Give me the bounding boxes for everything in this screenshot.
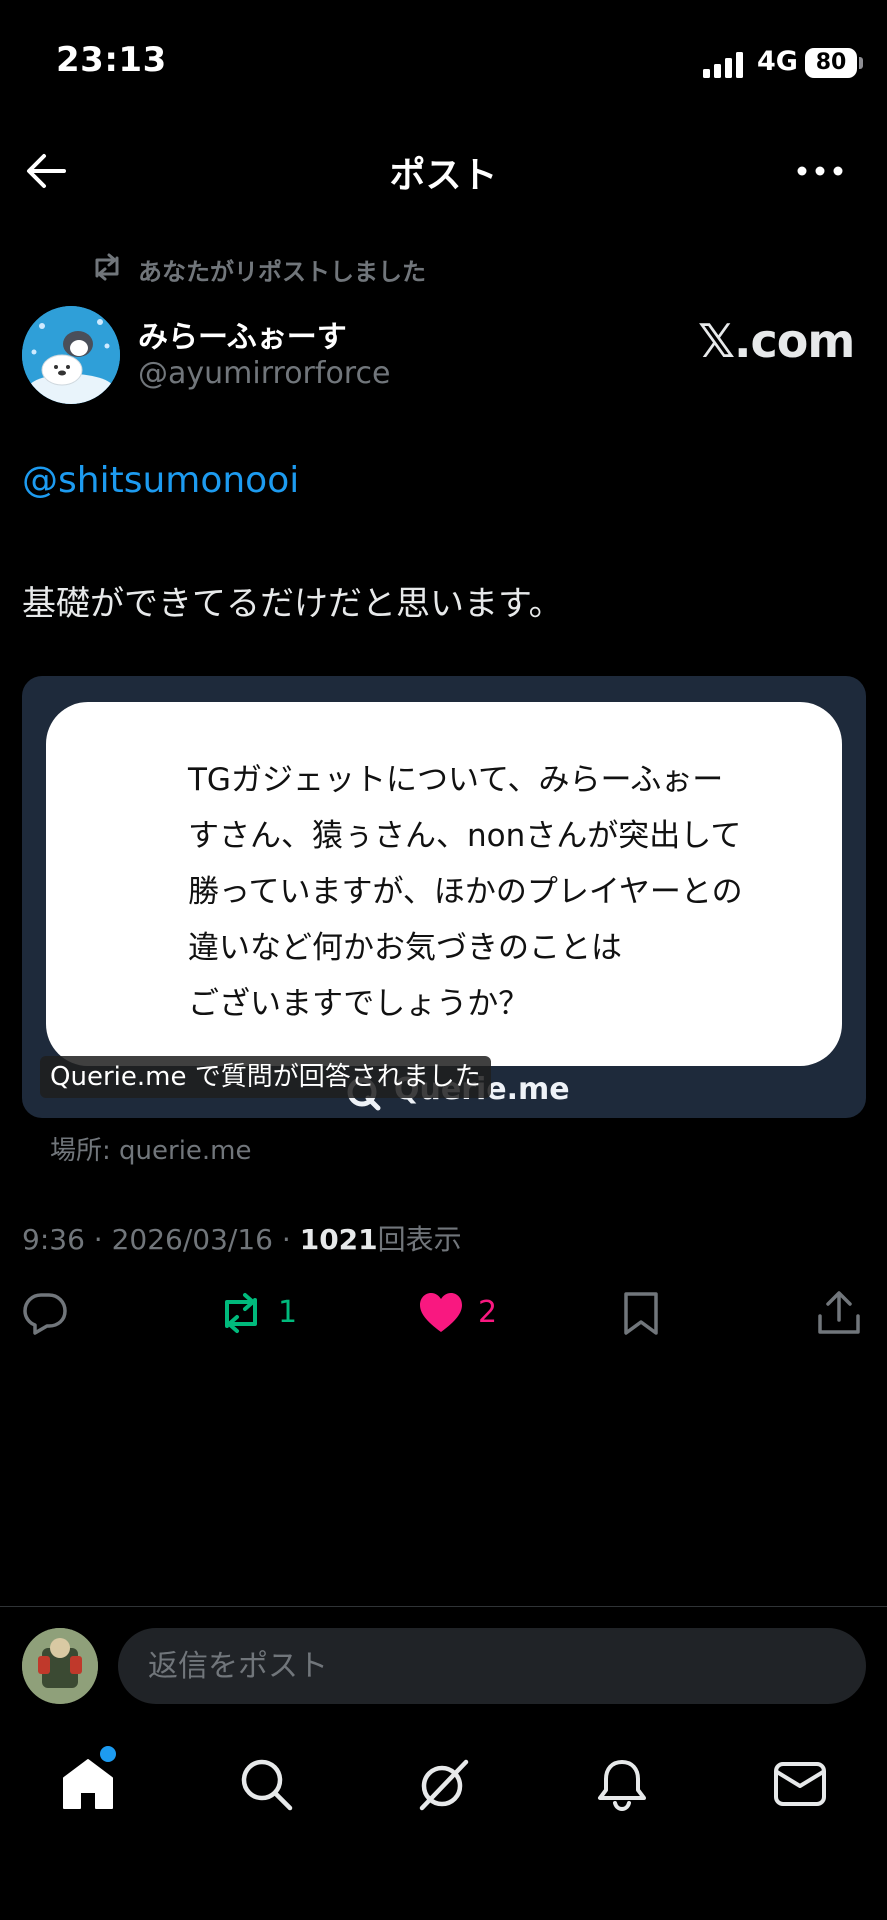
status-time: 23:13: [56, 40, 167, 80]
post-meta: 9:36 · 2026/03/16 · 1021回表示: [22, 1218, 462, 1258]
question-line: すさん、猿ぅさん、nonさんが突出して: [188, 818, 742, 854]
battery-level: 80: [815, 50, 847, 75]
author-display-name[interactable]: みらーふぉーす: [138, 312, 347, 356]
card-domain[interactable]: 場所: querie.me: [50, 1130, 252, 1167]
question-line: ございますでしょうか？: [188, 986, 530, 1022]
reply-input[interactable]: [118, 1628, 866, 1704]
bookmark-icon[interactable]: [618, 1290, 664, 1336]
view-count-label: 回表示: [377, 1223, 462, 1256]
meta-separator: ·: [281, 1223, 291, 1256]
post-time: 9:36: [22, 1223, 85, 1256]
notifications-bell-icon[interactable]: [594, 1756, 650, 1812]
my-avatar-image: [22, 1628, 98, 1704]
page-title: ポスト: [389, 155, 498, 196]
home-icon[interactable]: [60, 1756, 116, 1812]
card-caption: Querie.me で質問が回答されました: [40, 1056, 491, 1098]
mention-link[interactable]: @shitsumonooi: [22, 460, 299, 501]
my-avatar[interactable]: [22, 1628, 98, 1704]
more-options-icon[interactable]: [796, 160, 844, 182]
question-text: TGガジェットについて、みらーふぉー すさん、猿ぅさん、nonさんが突出して 勝…: [188, 752, 748, 1032]
repost-context-text: あなたがリポストしました: [138, 258, 426, 286]
question-line: TGガジェットについて、みらーふぉー: [188, 762, 724, 798]
question-line: 違いなど何かお気づきのことは: [188, 930, 622, 966]
author-avatar[interactable]: [22, 306, 120, 404]
like-count: 2: [478, 1295, 498, 1330]
repost-icon: [95, 253, 119, 281]
repost-count: 1: [278, 1295, 298, 1330]
reply-icon[interactable]: [22, 1290, 68, 1336]
question-line: 勝っていますが、ほかのプレイヤーとの: [188, 874, 743, 910]
share-icon[interactable]: [816, 1290, 862, 1336]
meta-separator: ·: [93, 1223, 103, 1256]
network-type: 4G: [757, 46, 798, 77]
like-heart-icon[interactable]: [418, 1290, 464, 1336]
battery-icon: 80: [805, 48, 857, 78]
author-handle[interactable]: @ayumirrorforce: [138, 356, 390, 391]
post-date: 2026/03/16: [111, 1223, 273, 1256]
source-badge: 𝕏.com: [698, 314, 855, 368]
cellular-signal-icon: [703, 52, 743, 78]
view-count[interactable]: 1021: [300, 1223, 378, 1256]
home-notification-dot: [100, 1746, 116, 1762]
link-card[interactable]: TGガジェットについて、みらーふぉー すさん、猿ぅさん、nonさんが突出して 勝…: [22, 676, 866, 1118]
grok-icon[interactable]: [416, 1756, 472, 1812]
search-icon[interactable]: [238, 1756, 294, 1812]
post-text: 基礎ができてるだけだと思います。: [22, 584, 563, 624]
question-box: TGガジェットについて、みらーふぉー すさん、猿ぅさん、nonさんが突出して 勝…: [46, 702, 842, 1066]
divider: [0, 1606, 887, 1607]
avatar-image: [22, 306, 120, 404]
battery-tip: [859, 57, 863, 69]
repost-action-icon[interactable]: [218, 1290, 264, 1336]
messages-envelope-icon[interactable]: [772, 1756, 828, 1812]
